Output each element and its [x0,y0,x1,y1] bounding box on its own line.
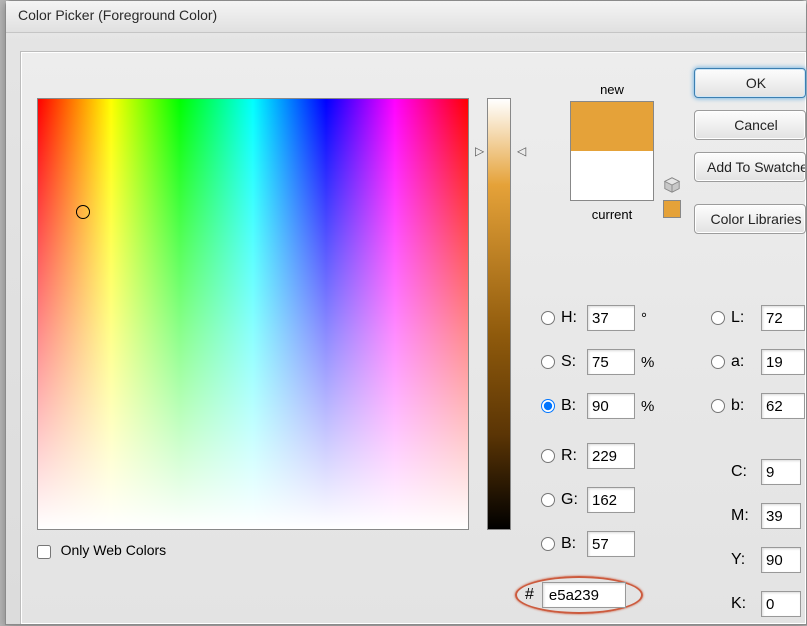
lab-b-row: b: [711,384,805,428]
m-label: M: [731,507,761,525]
lab-b-input[interactable] [761,393,805,419]
only-web-colors-label: Only Web Colors [61,542,167,558]
m-row: M: [731,494,801,538]
g-input[interactable] [587,487,635,513]
new-color-label: new [547,82,677,97]
y-row: Y: [731,538,801,582]
color-swatch-block: new current [547,82,677,222]
k-row: K: [731,582,801,626]
c-input[interactable] [761,459,801,485]
r-label: R: [561,447,587,465]
b-radio[interactable] [541,399,555,413]
slider-arrow-right-icon: ◁ [517,144,526,158]
y-input[interactable] [761,547,801,573]
lab-a-label: a: [731,353,761,371]
current-color-label: current [547,207,677,222]
y-label: Y: [731,551,761,569]
lab-a-row: a: [711,340,805,384]
k-label: K: [731,595,761,613]
window-title: Color Picker (Foreground Color) [6,1,806,33]
b-unit: % [641,398,659,415]
c-row: C: [731,450,801,494]
dialog-body: ▷ ◁ new current OK Cancel Add To Swatche… [20,51,806,624]
lab-fields: L: a: b: [711,296,805,428]
r-input[interactable] [587,443,635,469]
lab-l-radio[interactable] [711,311,725,325]
cmyk-fields: C: M: Y: K: [731,450,801,626]
only-web-colors-group: Only Web Colors [37,542,166,559]
lab-l-row: L: [711,296,805,340]
k-input[interactable] [761,591,801,617]
h-input[interactable] [587,305,635,331]
lab-a-input[interactable] [761,349,805,375]
brightness-slider[interactable] [487,98,511,530]
hex-row: # [525,582,626,608]
gamut-warning-icon[interactable] [663,176,681,194]
color-picker-dialog: Color Picker (Foreground Color) ▷ ◁ new … [5,0,807,625]
hsb-rgb-fields: H: ° S: % B: % R: [541,296,659,566]
lab-a-radio[interactable] [711,355,725,369]
s-unit: % [641,354,659,371]
hex-hash-label: # [525,586,534,604]
s-radio[interactable] [541,355,555,369]
hex-input[interactable] [542,582,626,608]
rgb-b-row: B: [541,522,659,566]
rgb-b-input[interactable] [587,531,635,557]
new-color-swatch[interactable] [571,102,653,151]
current-color-swatch[interactable] [571,151,653,200]
h-radio[interactable] [541,311,555,325]
cancel-button[interactable]: Cancel [694,110,806,140]
color-field[interactable] [37,98,469,530]
g-label: G: [561,491,587,509]
s-row: S: % [541,340,659,384]
color-field-sat-layer [38,99,468,529]
h-label: H: [561,309,587,327]
c-label: C: [731,463,761,481]
lab-b-radio[interactable] [711,399,725,413]
color-swatch[interactable] [570,101,654,201]
g-row: G: [541,478,659,522]
dialog-buttons: OK Cancel Add To Swatches Color Librarie… [694,68,806,246]
r-radio[interactable] [541,449,555,463]
s-label: S: [561,353,587,371]
color-libraries-button[interactable]: Color Libraries [694,204,806,234]
r-row: R: [541,434,659,478]
rgb-b-label: B: [561,535,587,553]
b-input[interactable] [587,393,635,419]
b-row: B: % [541,384,659,428]
b-label: B: [561,397,587,415]
rgb-b-radio[interactable] [541,537,555,551]
only-web-colors-checkbox[interactable] [37,545,51,559]
m-input[interactable] [761,503,801,529]
lab-b-label: b: [731,397,761,415]
s-input[interactable] [587,349,635,375]
g-radio[interactable] [541,493,555,507]
lab-l-input[interactable] [761,305,805,331]
h-row: H: ° [541,296,659,340]
lab-l-label: L: [731,309,761,327]
add-to-swatches-button[interactable]: Add To Swatches [694,152,806,182]
color-field-cursor[interactable] [76,205,90,219]
ok-button[interactable]: OK [694,68,806,98]
slider-arrow-left-icon: ▷ [475,144,484,158]
gamut-closest-swatch[interactable] [663,200,681,218]
h-unit: ° [641,310,659,327]
